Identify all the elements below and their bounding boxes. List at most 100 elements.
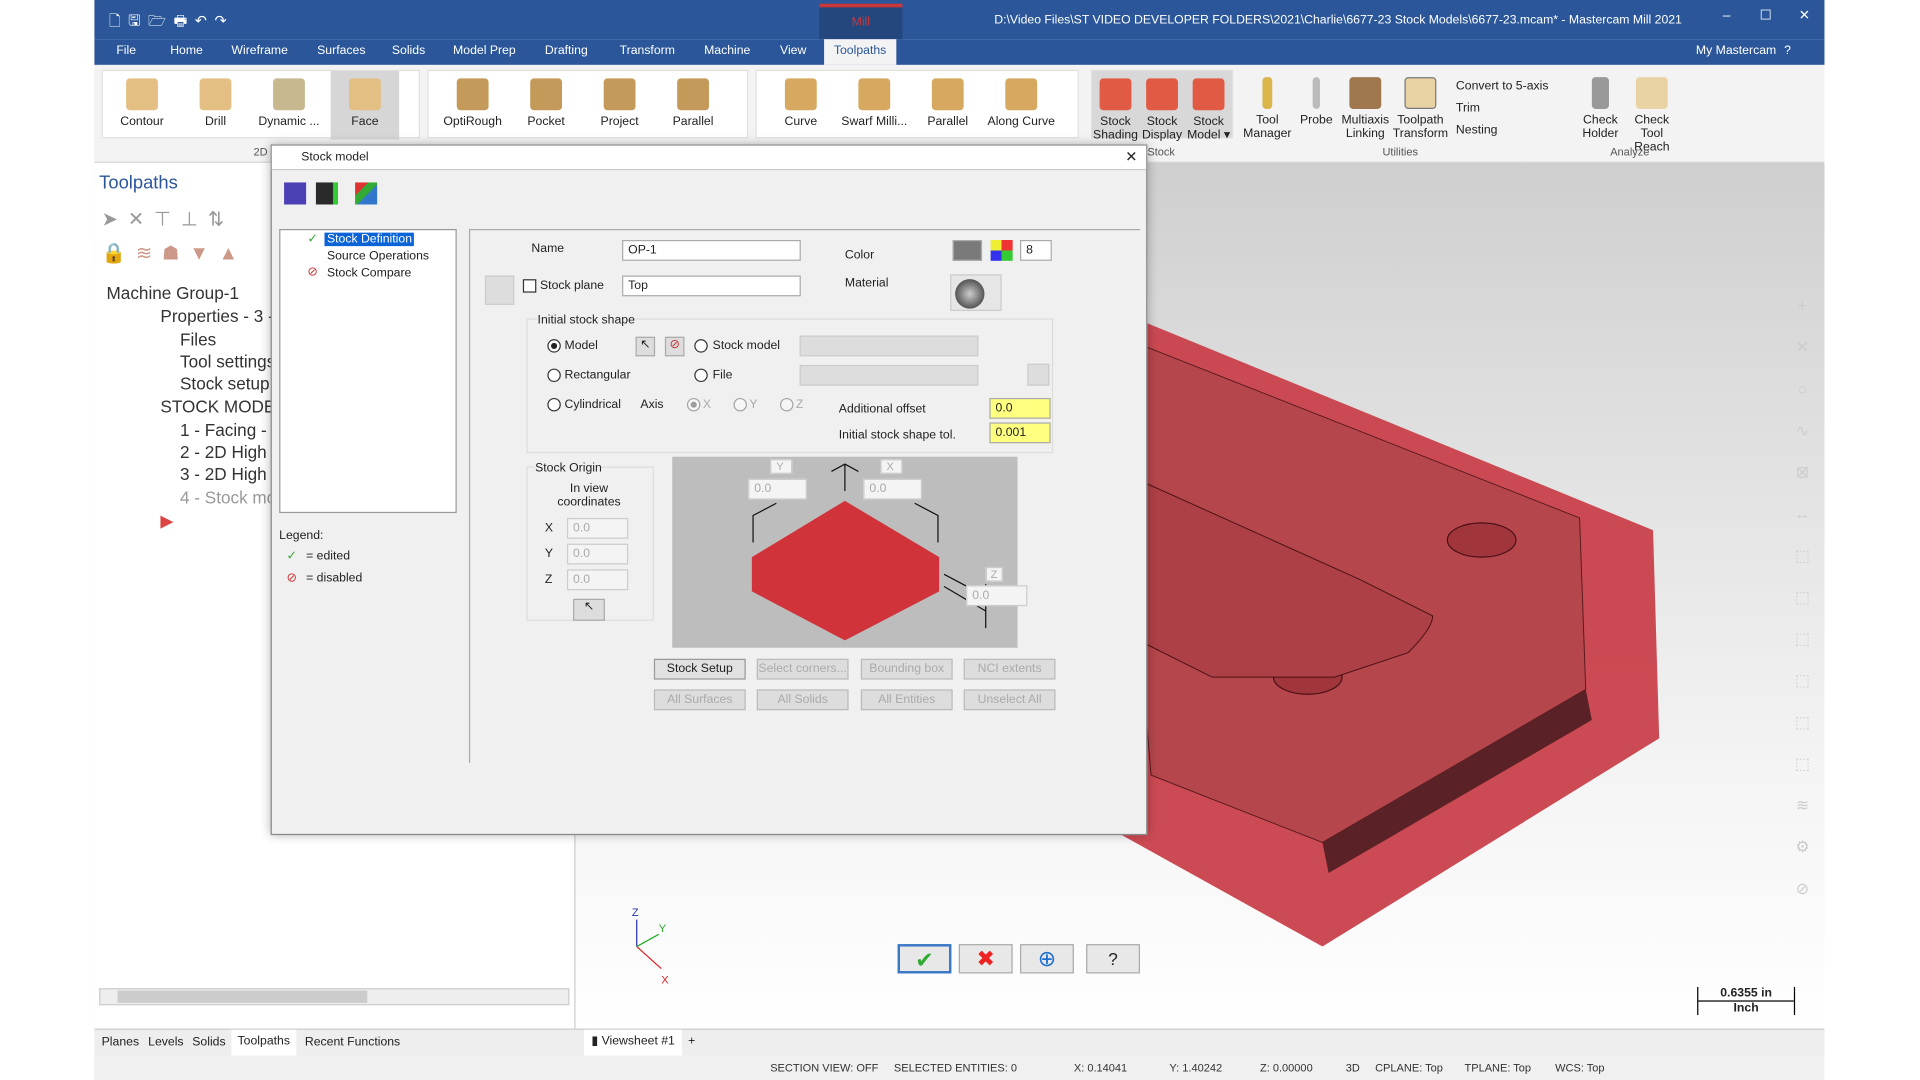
select-origin-button[interactable]: ↖ <box>573 598 605 621</box>
multi-parallel-button[interactable]: Parallel <box>913 71 982 140</box>
tab-surfaces[interactable]: Surfaces <box>317 44 365 57</box>
my-mastercam[interactable]: My Mastercam <box>1696 44 1776 57</box>
name-input[interactable]: OP-1 <box>622 240 801 261</box>
select-corners-button[interactable]: Select corners... <box>756 658 849 680</box>
section-view-status[interactable]: SECTION VIEW: OFF <box>770 1062 878 1074</box>
tree-files[interactable]: Files <box>180 329 216 349</box>
drill-button[interactable]: Drill <box>181 71 250 140</box>
stock-shading-button[interactable]: Stock Shading <box>1092 71 1139 142</box>
optirough-button[interactable]: OptiRough <box>438 71 507 140</box>
tree-op-2[interactable]: 2 - 2D High <box>180 442 267 462</box>
project-button[interactable]: Project <box>585 71 654 140</box>
unselect-all-button[interactable]: Unselect All <box>963 689 1056 711</box>
ok-button[interactable]: ✔ <box>897 944 952 974</box>
stock-setup-button[interactable]: Stock Setup <box>653 658 746 680</box>
preview-z-input[interactable]: 0.0 <box>966 585 1028 607</box>
tab-machine[interactable]: Machine <box>704 44 750 57</box>
select-model-cursor-icon[interactable]: ↖ <box>635 336 656 357</box>
plane-select-icon[interactable] <box>484 275 515 305</box>
origin-z-input[interactable]: 0.0 <box>566 569 629 591</box>
right-toolbar[interactable]: + ✕ ○ ∿ ⊠ ↔ ⬚ ⬚ ⬚ ⬚ ⬚ ⬚ ≋ ⚙ ⊘ <box>1793 285 1813 909</box>
stock-display-button[interactable]: Stock Display <box>1139 71 1186 142</box>
all-solids-button[interactable]: All Solids <box>756 689 849 711</box>
stock-model-button[interactable]: Stock Model ▾ <box>1185 71 1232 142</box>
z-coordinate[interactable]: Z: 0.00000 <box>1260 1062 1313 1074</box>
origin-x-input[interactable]: 0.0 <box>566 517 629 539</box>
tab-solids-panel[interactable]: Solids <box>192 1036 225 1049</box>
along-curve-button[interactable]: Along Curve <box>987 71 1056 140</box>
tab-wireframe[interactable]: Wireframe <box>231 44 287 57</box>
all-entities-button[interactable]: All Entities <box>860 689 953 711</box>
bounding-box-button[interactable]: Bounding box <box>860 658 953 680</box>
tolerance-input[interactable]: 0.001 <box>989 422 1051 444</box>
parallel-button[interactable]: Parallel <box>659 71 728 140</box>
preview-y-input[interactable]: 0.0 <box>748 478 807 500</box>
tool-manager-button[interactable]: Tool Manager <box>1240 70 1294 141</box>
save-icon[interactable] <box>284 182 307 205</box>
stock-view-icon[interactable] <box>355 182 378 205</box>
nav-source-operations[interactable]: Source Operations <box>327 250 429 263</box>
nav-stock-compare[interactable]: Stock Compare <box>327 267 411 280</box>
trim-button[interactable]: Trim <box>1456 102 1480 115</box>
color-number-input[interactable]: 8 <box>1020 240 1052 261</box>
help-icon[interactable]: ? <box>1784 44 1791 57</box>
help-button[interactable]: ? <box>1086 944 1141 974</box>
cplane[interactable]: CPLANE: Top <box>1375 1062 1443 1074</box>
radio-rectangular[interactable] <box>547 368 561 383</box>
material-button[interactable] <box>950 274 1002 312</box>
origin-y-input[interactable]: 0.0 <box>566 543 629 565</box>
apply-button[interactable]: ⊕ <box>1020 944 1074 974</box>
tab-file[interactable]: File <box>116 44 136 57</box>
cancel-button[interactable]: ✖ <box>958 944 1013 974</box>
tree-stock-model[interactable]: STOCK MODEL <box>160 397 284 417</box>
stock-plane-checkbox[interactable] <box>522 279 537 293</box>
all-surfaces-button[interactable]: All Surfaces <box>653 689 746 711</box>
color-picker-icon[interactable] <box>990 240 1013 261</box>
tree-op-3[interactable]: 3 - 2D High <box>180 464 267 484</box>
tab-drafting[interactable]: Drafting <box>545 44 588 57</box>
dialog-close-button[interactable]: ✕ <box>1125 148 1137 165</box>
horizontal-scrollbar[interactable] <box>99 988 570 1006</box>
tab-transform[interactable]: Transform <box>620 44 675 57</box>
tab-viewsheet[interactable]: ▮ Viewsheet #1 <box>584 1029 683 1056</box>
additional-offset-input[interactable]: 0.0 <box>989 397 1051 419</box>
quick-access-toolbar[interactable]: 🗋🖫🗁🖶↶↷ <box>109 10 234 36</box>
color-swatch[interactable] <box>952 240 983 261</box>
tab-recent-functions[interactable]: Recent Functions <box>305 1036 400 1049</box>
tree-tool-settings[interactable]: Tool settings <box>180 351 275 371</box>
tab-toolpaths-panel[interactable]: Toolpaths <box>231 1029 297 1056</box>
clear-selection-icon[interactable]: ⊘ <box>664 336 685 357</box>
tab-solids[interactable]: Solids <box>392 44 425 57</box>
nesting-button[interactable]: Nesting <box>1456 124 1498 137</box>
maximize-button[interactable]: ☐ <box>1760 7 1772 24</box>
preview-x-input[interactable]: 0.0 <box>863 478 923 500</box>
close-button[interactable]: ✕ <box>1799 7 1810 24</box>
tree-machine-group[interactable]: Machine Group-1 <box>107 283 239 303</box>
tab-levels[interactable]: Levels <box>148 1036 183 1049</box>
tab-view[interactable]: View <box>780 44 806 57</box>
multiaxis-linking-button[interactable]: Multiaxis Linking <box>1338 70 1392 141</box>
stock-model-dropdown[interactable] <box>799 335 979 357</box>
swarf-button[interactable]: Swarf Milli... <box>840 71 909 140</box>
context-tab-mill[interactable]: Mill <box>819 3 903 40</box>
radio-model[interactable] <box>547 339 561 353</box>
probe-button[interactable]: Probe <box>1292 70 1341 139</box>
dynamic-button[interactable]: Dynamic ... <box>255 71 324 140</box>
folder-open-icon[interactable] <box>1027 363 1050 386</box>
radio-file[interactable] <box>694 368 708 383</box>
tab-home[interactable]: Home <box>170 44 203 57</box>
radio-axis-x[interactable] <box>686 397 701 412</box>
radio-stock-model[interactable] <box>694 339 708 353</box>
panel-toolbar-2[interactable]: 🔒≋☗▼▲ <box>102 241 248 265</box>
radio-cylindrical[interactable] <box>547 397 561 412</box>
radio-axis-z[interactable] <box>780 397 794 412</box>
toolpath-transform-button[interactable]: Toolpath Transform <box>1392 70 1448 141</box>
convert-5axis-button[interactable]: Convert to 5-axis <box>1456 80 1549 93</box>
radio-axis-y[interactable] <box>733 397 747 412</box>
tree-stock-setup[interactable]: Stock setup <box>180 373 270 393</box>
nci-extents-button[interactable]: NCI extents <box>963 658 1056 680</box>
tree-op-4[interactable]: 4 - Stock mo <box>180 487 276 507</box>
panel-toolbar[interactable]: ➤✕⊤⊥⇅ <box>102 207 234 231</box>
wcs[interactable]: WCS: Top <box>1555 1062 1604 1074</box>
tab-model-prep[interactable]: Model Prep <box>453 44 516 57</box>
